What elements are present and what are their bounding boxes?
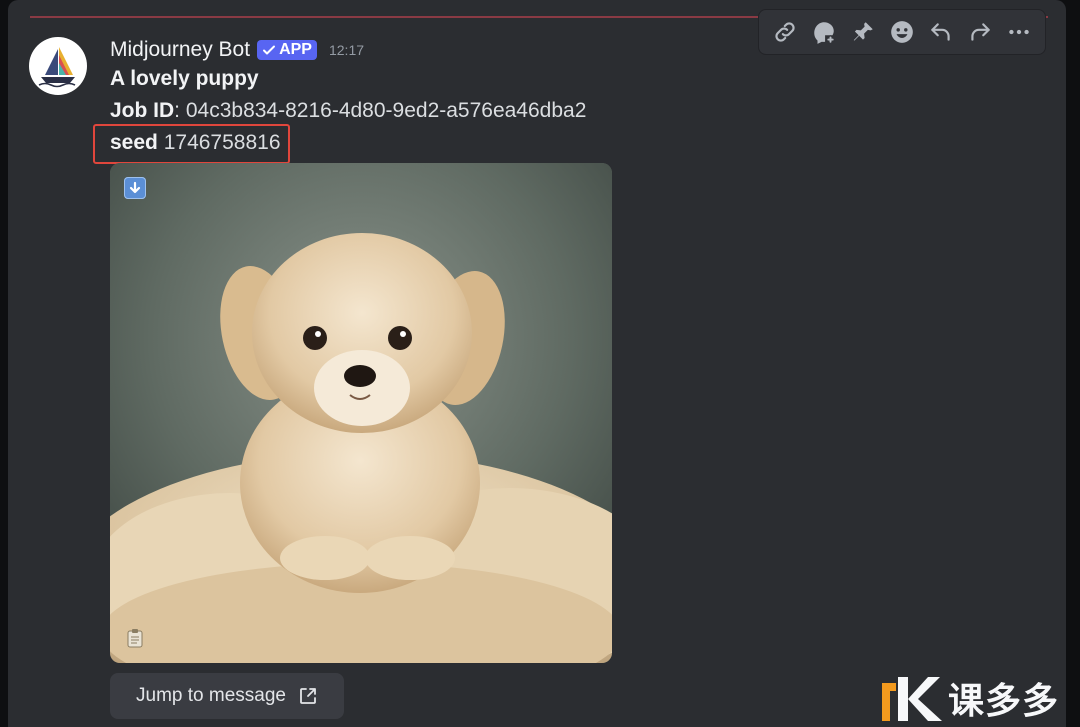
verified-check-icon — [263, 45, 276, 55]
reply-icon[interactable] — [925, 16, 957, 48]
forward-icon[interactable] — [964, 16, 996, 48]
jump-to-message-label: Jump to message — [136, 685, 286, 706]
app-badge-label: APP — [279, 41, 312, 58]
sailboat-logo-icon — [38, 47, 76, 88]
job-id-line: Job ID: 04c3b834-8216-4d80-9ed2-a576ea46… — [110, 99, 586, 123]
avatar[interactable] — [29, 37, 87, 95]
pin-icon[interactable] — [847, 16, 879, 48]
reaction-icon[interactable] — [886, 16, 918, 48]
k-logo-icon — [882, 676, 942, 721]
message-header: Midjourney Bot APP 12:17 — [110, 36, 364, 64]
message-action-toolbar — [758, 9, 1046, 55]
job-id-separator: : — [174, 99, 181, 122]
generated-image[interactable] — [110, 163, 612, 663]
download-arrow-icon[interactable] — [124, 177, 146, 199]
app-badge: APP — [257, 40, 317, 60]
watermark-logo: 课多多 — [880, 668, 1080, 727]
job-id-label: Job ID — [110, 99, 175, 122]
author-name[interactable]: Midjourney Bot — [110, 38, 250, 62]
more-icon[interactable] — [1003, 16, 1035, 48]
link-icon[interactable] — [769, 16, 801, 48]
job-id-value: 04c3b834-8216-4d80-9ed2-a576ea46dba2 — [185, 99, 587, 122]
watermark-text: 课多多 — [948, 679, 1060, 721]
reply-thread-icon[interactable] — [808, 16, 840, 48]
jump-to-message-button[interactable]: Jump to message — [110, 673, 344, 719]
external-link-icon — [300, 688, 316, 704]
prompt-title: A lovely puppy — [110, 67, 259, 90]
clipboard-icon[interactable] — [124, 627, 146, 649]
seed-highlight-box — [93, 124, 290, 164]
message-title: A lovely puppy — [110, 67, 259, 91]
puppy-image — [110, 163, 612, 663]
message-timestamp: 12:17 — [328, 42, 365, 58]
